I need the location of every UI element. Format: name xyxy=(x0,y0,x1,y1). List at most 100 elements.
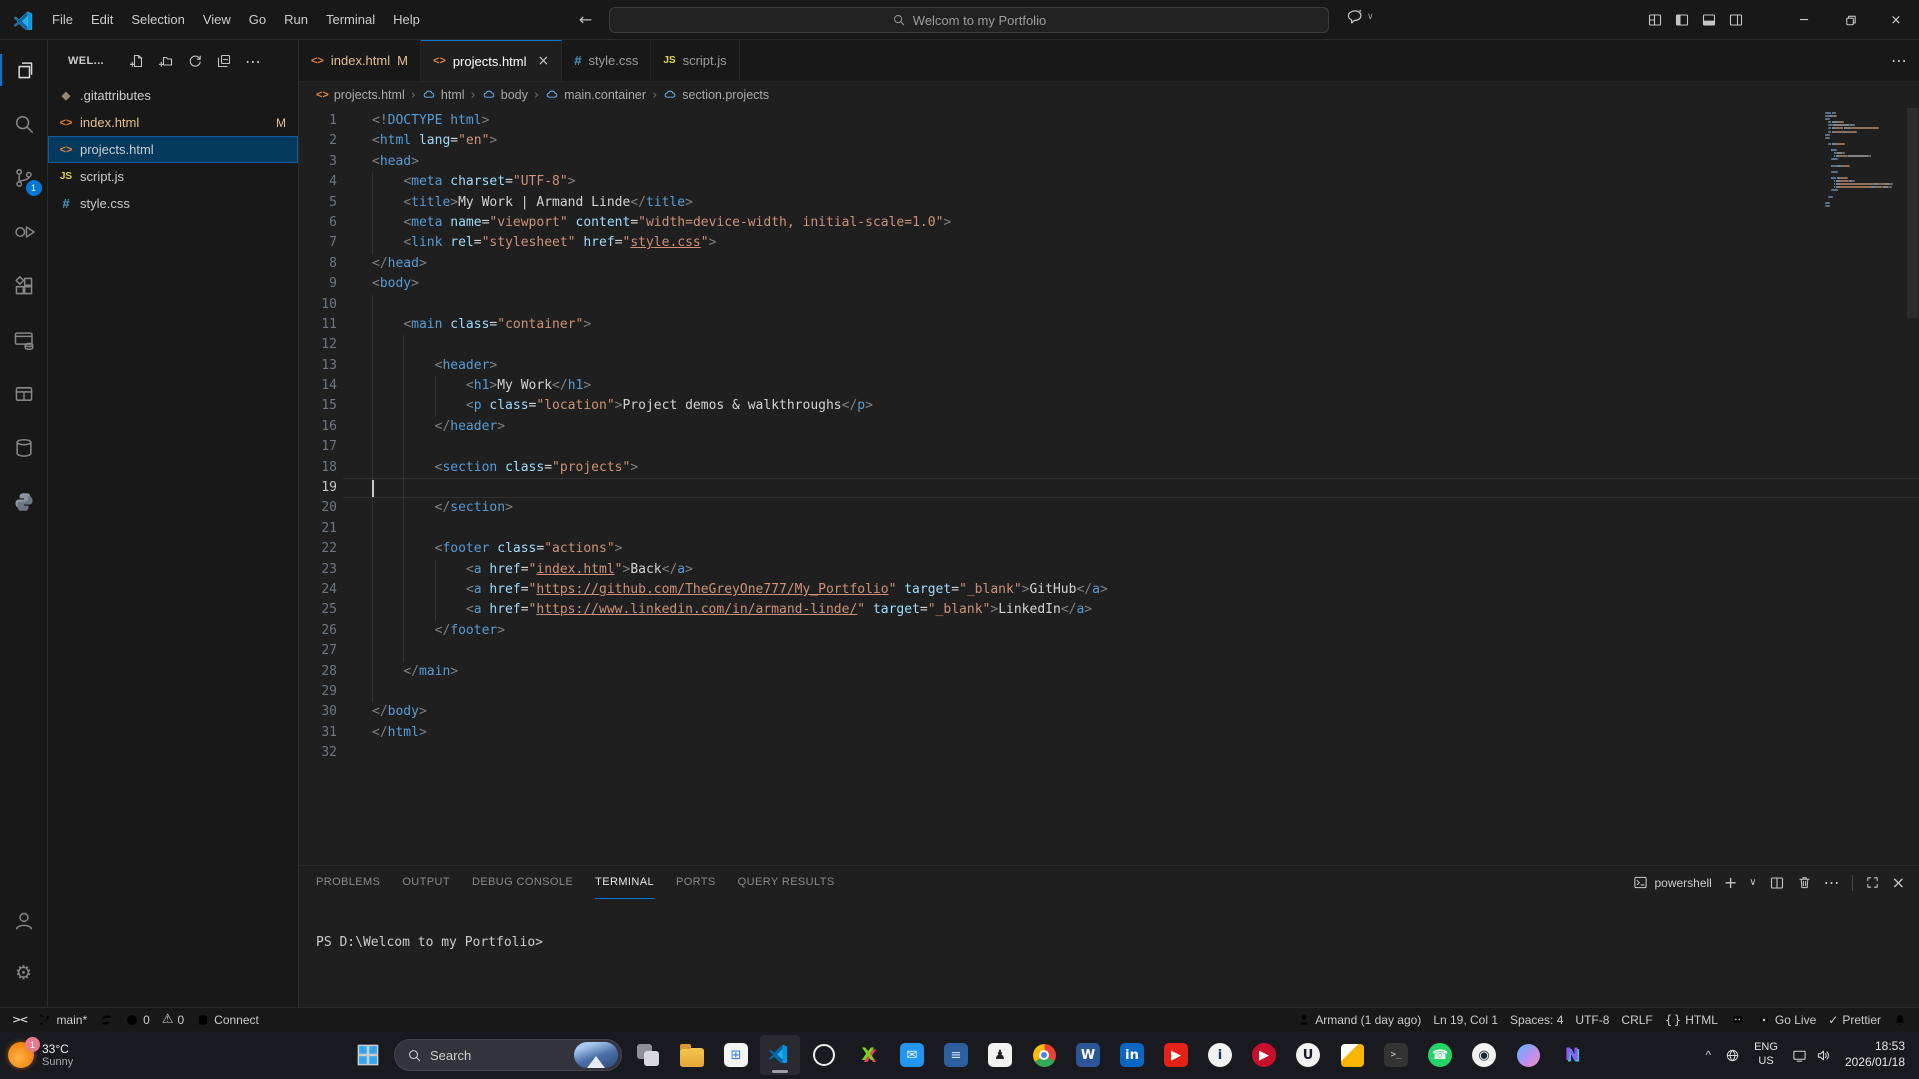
language-indicator[interactable]: ENG US xyxy=(1754,1041,1778,1069)
activity-remote-explorer[interactable] xyxy=(0,318,48,362)
terminal-more-icon[interactable]: ⋯ xyxy=(1824,873,1840,892)
file-script.js[interactable]: JSscript.js xyxy=(48,163,298,190)
menu-go[interactable]: Go xyxy=(240,8,275,31)
close-button[interactable]: × xyxy=(1873,0,1919,40)
collapse-folders-icon[interactable] xyxy=(213,50,235,72)
app-info-app[interactable]: i xyxy=(1200,1035,1240,1075)
app-white-app[interactable]: ♟ xyxy=(980,1035,1020,1075)
taskbar-search[interactable]: Search xyxy=(394,1039,622,1071)
file-style.css[interactable]: #style.css xyxy=(48,190,298,217)
code-editor[interactable]: 1<!DOCTYPE html>2<html lang="en">3<head>… xyxy=(299,108,1919,865)
minimize-button[interactable]: ─ xyxy=(1781,0,1827,40)
file-index.html[interactable]: <>index.htmlM xyxy=(48,109,298,136)
code-line-4[interactable]: 4 <meta charset="UTF-8"> xyxy=(299,172,1919,192)
close-panel-icon[interactable]: × xyxy=(1892,873,1905,892)
panel-tab-ports[interactable]: PORTS xyxy=(676,866,716,899)
refresh-explorer-icon[interactable] xyxy=(184,50,206,72)
code-line-25[interactable]: 25 <a href="https://www.linkedin.com/in/… xyxy=(299,600,1919,620)
panel-tab-problems[interactable]: PROBLEMS xyxy=(316,866,380,899)
new-terminal-icon[interactable]: + xyxy=(1724,873,1737,892)
activity-python[interactable] xyxy=(0,480,48,524)
code-line-3[interactable]: 3<head> xyxy=(299,152,1919,172)
back-icon[interactable]: ← xyxy=(579,10,592,29)
app-youtube[interactable]: ▶ xyxy=(1156,1035,1196,1075)
app-chrome[interactable] xyxy=(1024,1035,1064,1075)
panel-tab-debug-console[interactable]: DEBUG CONSOLE xyxy=(472,866,573,899)
status-encoding[interactable]: UTF-8 xyxy=(1569,1009,1615,1031)
code-line-11[interactable]: 11 <main class="container"> xyxy=(299,315,1919,335)
toggle-secondary-sidebar-icon[interactable] xyxy=(1728,12,1744,28)
tray-globe-icon[interactable] xyxy=(1725,1048,1740,1063)
activity-source-control[interactable]: 1 xyxy=(0,156,48,200)
activity-storage[interactable] xyxy=(0,372,48,416)
menu-edit[interactable]: Edit xyxy=(82,8,122,31)
status-git-branch[interactable]: main* xyxy=(32,1009,93,1031)
breadcrumb-main.container[interactable]: main.container xyxy=(545,88,646,102)
weather-widget[interactable]: 1 33°C Sunny xyxy=(8,1042,73,1068)
app-media-player[interactable]: ▶ xyxy=(1244,1035,1284,1075)
menu-file[interactable]: File xyxy=(43,8,82,31)
minimap[interactable] xyxy=(1825,112,1903,211)
status-warnings[interactable]: ⚠0 xyxy=(156,1009,190,1031)
app-notepad[interactable]: ≡ xyxy=(936,1035,976,1075)
file-.gitattributes[interactable]: ◆.gitattributes xyxy=(48,82,298,109)
app-github[interactable] xyxy=(804,1035,844,1075)
more-actions-icon[interactable]: ⋯ xyxy=(242,50,264,72)
app-task-view[interactable] xyxy=(628,1035,668,1075)
terminal-dropdown-icon[interactable]: ∨ xyxy=(1749,877,1756,888)
menu-view[interactable]: View xyxy=(194,8,240,31)
new-file-icon[interactable] xyxy=(126,50,148,72)
status-cursor-position[interactable]: Ln 19, Col 1 xyxy=(1427,1009,1504,1031)
tab-index.html[interactable]: <>index.htmlM xyxy=(299,40,421,81)
new-folder-icon[interactable] xyxy=(155,50,177,72)
code-line-28[interactable]: 28 </main> xyxy=(299,662,1919,682)
code-line-15[interactable]: 15 <p class="location">Project demos & w… xyxy=(299,396,1919,416)
tab-script.js[interactable]: JSscript.js xyxy=(651,40,739,81)
app-microsoft-store[interactable]: ⊞ xyxy=(716,1035,756,1075)
code-line-8[interactable]: 8</head> xyxy=(299,254,1919,274)
menu-run[interactable]: Run xyxy=(275,8,317,31)
app-file-explorer[interactable] xyxy=(672,1035,712,1075)
status-errors[interactable]: 0 xyxy=(119,1009,156,1031)
app-game-bar[interactable]: X xyxy=(848,1035,888,1075)
code-line-19[interactable]: 19 xyxy=(299,478,1919,498)
status-go-live[interactable]: Go Live xyxy=(1751,1009,1822,1031)
editor-scrollbar[interactable] xyxy=(1906,108,1919,865)
status-eol[interactable]: CRLF xyxy=(1615,1009,1658,1031)
status-sync-changes[interactable] xyxy=(93,1009,119,1031)
code-line-31[interactable]: 31</html> xyxy=(299,723,1919,743)
menu-selection[interactable]: Selection xyxy=(122,8,193,31)
breadcrumb-html[interactable]: html xyxy=(422,88,465,102)
status-notifications[interactable] xyxy=(1887,1009,1913,1031)
code-line-30[interactable]: 30</body> xyxy=(299,702,1919,722)
code-line-1[interactable]: 1<!DOCTYPE html> xyxy=(299,111,1919,131)
status-connect[interactable]: Connect xyxy=(190,1009,265,1031)
breadcrumb-projects.html[interactable]: <>projects.html xyxy=(316,88,405,102)
code-line-6[interactable]: 6 <meta name="viewport" content="width=d… xyxy=(299,213,1919,233)
toggle-sidebar-icon[interactable] xyxy=(1674,12,1690,28)
code-line-23[interactable]: 23 <a href="index.html">Back</a> xyxy=(299,560,1919,580)
volume-icon[interactable] xyxy=(1816,1048,1831,1063)
app-copilot-app[interactable] xyxy=(1508,1035,1548,1075)
tab-projects.html[interactable]: <>projects.html× xyxy=(421,40,562,81)
code-line-32[interactable]: 32 xyxy=(299,743,1919,763)
code-line-16[interactable]: 16 </header> xyxy=(299,417,1919,437)
status-remote-indicator[interactable]: >< xyxy=(6,1009,32,1031)
activity-database[interactable] xyxy=(0,426,48,470)
kill-terminal-icon[interactable] xyxy=(1797,875,1812,890)
status-indentation[interactable]: Spaces: 4 xyxy=(1504,1009,1569,1031)
status-prettier[interactable]: ✓Prettier xyxy=(1822,1009,1887,1031)
toggle-panel-icon[interactable] xyxy=(1701,12,1717,28)
panel-tab-query-results[interactable]: QUERY RESULTS xyxy=(738,866,835,899)
app-mail[interactable]: ✉ xyxy=(892,1035,932,1075)
split-terminal-icon[interactable] xyxy=(1769,875,1785,891)
code-line-22[interactable]: 22 <footer class="actions"> xyxy=(299,539,1919,559)
app-steam[interactable]: ◉ xyxy=(1464,1035,1504,1075)
code-line-10[interactable]: 10 xyxy=(299,295,1919,315)
activity-settings[interactable]: ⚙ xyxy=(0,951,48,995)
code-line-14[interactable]: 14 <h1>My Work</h1> xyxy=(299,376,1919,396)
activity-explorer[interactable] xyxy=(0,48,48,92)
code-line-24[interactable]: 24 <a href="https://github.com/TheGreyOn… xyxy=(299,580,1919,600)
code-line-27[interactable]: 27 xyxy=(299,641,1919,661)
start-button[interactable] xyxy=(348,1035,388,1075)
